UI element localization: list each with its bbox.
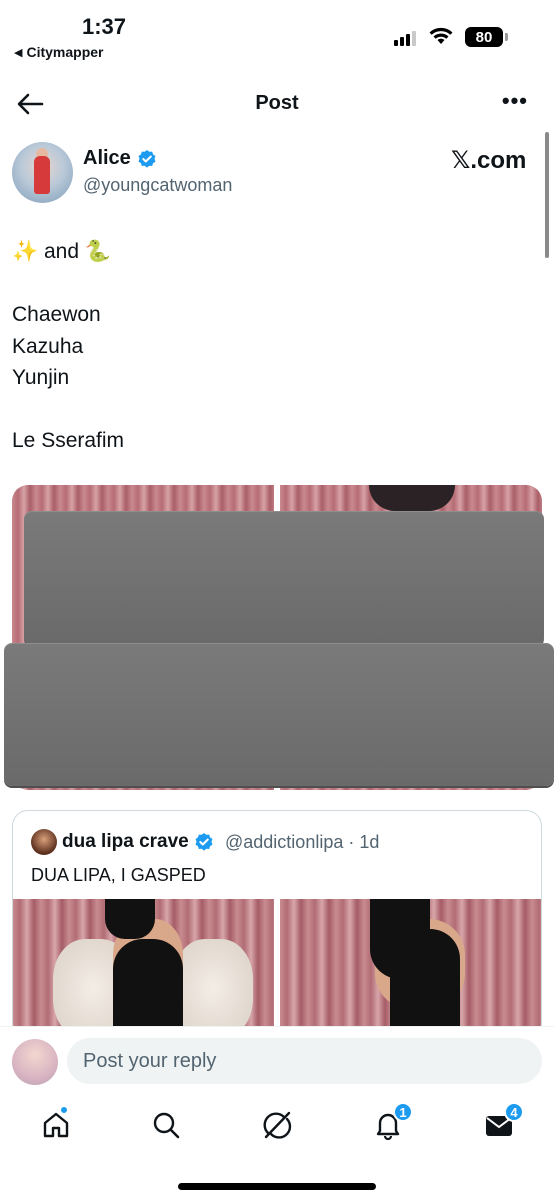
- redaction-block: [4, 643, 554, 786]
- home-icon: [43, 1112, 69, 1138]
- back-triangle-icon: ◀: [14, 46, 23, 59]
- page-title: Post: [255, 92, 299, 114]
- status-bar: 1:37 ◀ Citymapper 80: [0, 0, 554, 70]
- post-text: ✨ and 🐍 Chaewon Kazuha Yunjin Le Sserafi…: [12, 240, 125, 452]
- tab-messages[interactable]: 4: [484, 1102, 524, 1140]
- quoted-author-handle: @addictionlipa · 1d: [225, 832, 380, 852]
- battery-tip: [505, 33, 508, 41]
- source-logo: 𝕏.com: [451, 147, 527, 174]
- back-app-label: Citymapper: [26, 44, 104, 60]
- battery-indicator: 80: [465, 27, 503, 47]
- status-time: 1:37: [82, 14, 127, 39]
- author-name[interactable]: Alice: [83, 147, 157, 170]
- reply-bar: Post your reply: [0, 1026, 554, 1096]
- grok-icon: [263, 1111, 292, 1139]
- quoted-image-right[interactable]: [280, 899, 541, 1039]
- verified-badge-icon: [138, 149, 156, 168]
- home-indicator[interactable]: [178, 1183, 376, 1190]
- notifications-badge: 1: [393, 1102, 413, 1122]
- post-header: Post •••: [0, 82, 554, 128]
- tab-notifications[interactable]: 1: [373, 1102, 413, 1141]
- redaction-block: [24, 511, 544, 645]
- author-name-text: Alice: [83, 147, 131, 169]
- back-to-app-button[interactable]: ◀ Citymapper: [14, 44, 104, 60]
- quoted-post-text: DUA LIPA, I GASPED: [31, 865, 206, 885]
- tab-grok[interactable]: [262, 1110, 292, 1140]
- author-handle[interactable]: @youngcatwoman: [83, 175, 232, 196]
- home-indicator-dot: [59, 1105, 69, 1115]
- verified-badge-icon: [195, 833, 213, 851]
- scrollbar[interactable]: [545, 132, 549, 258]
- quoted-image-left[interactable]: [13, 899, 274, 1039]
- cellular-signal-icon: [394, 30, 416, 46]
- search-icon: [153, 1112, 180, 1139]
- quoted-post[interactable]: dua lipa crave @addictionlipa · 1d DUA L…: [12, 810, 542, 1040]
- tab-home[interactable]: [41, 1105, 71, 1140]
- user-avatar[interactable]: [12, 1039, 58, 1085]
- quoted-author-avatar: [31, 829, 57, 855]
- reply-input[interactable]: Post your reply: [67, 1038, 542, 1084]
- quoted-author-name-text: dua lipa crave: [62, 831, 189, 852]
- more-icon[interactable]: •••: [502, 88, 528, 114]
- tab-search[interactable]: [151, 1110, 181, 1140]
- author-avatar[interactable]: [12, 142, 73, 203]
- wifi-icon: [429, 27, 453, 44]
- messages-badge: 4: [504, 1102, 524, 1122]
- quoted-author-name: dua lipa crave: [62, 831, 214, 853]
